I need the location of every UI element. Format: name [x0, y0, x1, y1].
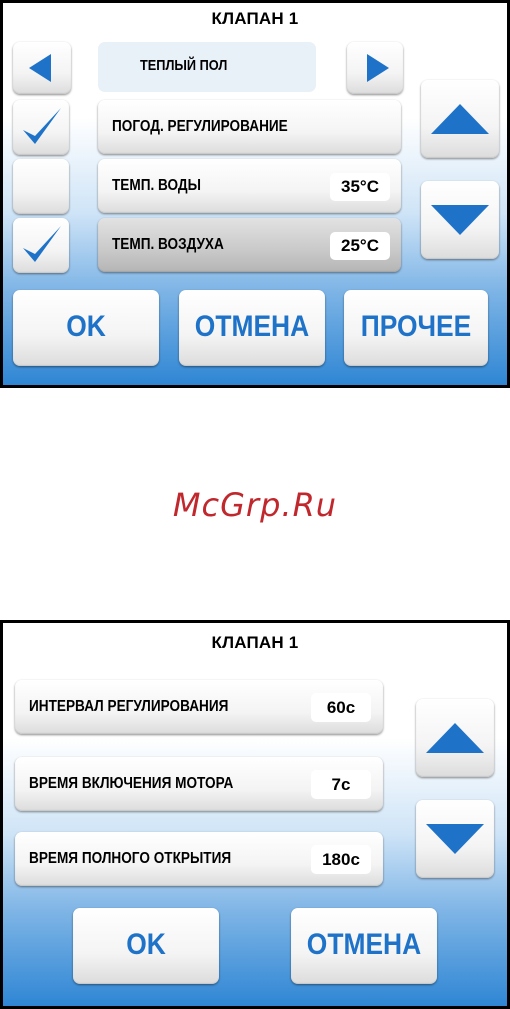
prev-mode-button[interactable]	[13, 42, 71, 94]
valve-settings-screen-2: КЛАПАН 1 ИНТЕРВАЛ РЕГУЛИРОВАНИЯ 60c ВРЕМ…	[0, 620, 510, 1009]
scroll-up-button[interactable]	[421, 80, 499, 158]
ok-button-label: OK	[66, 310, 106, 343]
row-label: ТЕМП. ВОЗДУХА	[112, 236, 224, 253]
ok-button-label: OK	[126, 928, 166, 961]
checkmark-icon	[23, 108, 61, 144]
row-value: 7c	[311, 770, 371, 799]
other-button-label: ПРОЧЕЕ	[360, 310, 472, 343]
arrow-down-icon	[431, 205, 489, 235]
checkbox-weather-regulation[interactable]	[13, 100, 69, 155]
next-mode-button[interactable]	[347, 42, 403, 94]
row-value: 25°C	[330, 232, 390, 260]
scroll-up-button[interactable]	[416, 699, 494, 777]
checkbox-air-temp[interactable]	[13, 218, 69, 273]
cancel-button-label: ОТМЕНА	[306, 928, 422, 961]
ok-button[interactable]: OK	[73, 908, 219, 984]
row-label: ВРЕМЯ ВКЛЮЧЕНИЯ МОТОРА	[29, 775, 234, 792]
row-label: ПОГОД. РЕГУЛИРОВАНИЕ	[112, 118, 288, 135]
screen-title: КЛАПАН 1	[211, 633, 299, 652]
row-value: 35°C	[330, 173, 390, 201]
arrow-up-icon	[426, 723, 484, 753]
row-label: ВРЕМЯ ПОЛНОГО ОТКРЫТИЯ	[29, 850, 232, 867]
mode-label: ТЕПЛЫЙ ПОЛ	[140, 57, 228, 74]
scroll-down-button[interactable]	[416, 800, 494, 878]
arrow-right-icon	[367, 54, 389, 82]
screen-title: КЛАПАН 1	[211, 9, 299, 28]
row-value: 180c	[311, 845, 371, 874]
ok-button[interactable]: OK	[13, 290, 159, 366]
row-value: 60c	[311, 693, 371, 722]
watermark-text: McGrp.Ru	[172, 486, 338, 524]
row-weather-regulation[interactable]: ПОГОД. РЕГУЛИРОВАНИЕ	[98, 100, 401, 154]
checkbox-water-temp[interactable]	[13, 159, 69, 214]
row-label: ИНТЕРВАЛ РЕГУЛИРОВАНИЯ	[29, 698, 229, 715]
row-regulation-interval[interactable]: ИНТЕРВАЛ РЕГУЛИРОВАНИЯ 60c	[15, 680, 383, 734]
valve-settings-screen-1: КЛАПАН 1 ТЕПЛЫЙ ПОЛ ПОГОД. РЕГУЛИРОВАНИЕ…	[0, 0, 510, 388]
checkmark-icon	[23, 226, 61, 262]
cancel-button[interactable]: ОТМЕНА	[291, 908, 437, 984]
row-motor-on-time[interactable]: ВРЕМЯ ВКЛЮЧЕНИЯ МОТОРА 7c	[15, 757, 383, 811]
arrow-down-icon	[426, 824, 484, 854]
other-button[interactable]: ПРОЧЕЕ	[344, 290, 488, 366]
arrow-up-icon	[431, 104, 489, 134]
row-label: ТЕМП. ВОДЫ	[112, 177, 201, 194]
row-full-open-time[interactable]: ВРЕМЯ ПОЛНОГО ОТКРЫТИЯ 180c	[15, 832, 383, 886]
cancel-button-label: ОТМЕНА	[194, 310, 310, 343]
row-air-temp[interactable]: ТЕМП. ВОЗДУХА 25°C	[98, 218, 401, 272]
scroll-down-button[interactable]	[421, 181, 499, 259]
arrow-left-icon	[29, 54, 51, 82]
row-water-temp[interactable]: ТЕМП. ВОДЫ 35°C	[98, 159, 401, 213]
cancel-button[interactable]: ОТМЕНА	[179, 290, 325, 366]
mode-display: ТЕПЛЫЙ ПОЛ	[98, 42, 316, 92]
